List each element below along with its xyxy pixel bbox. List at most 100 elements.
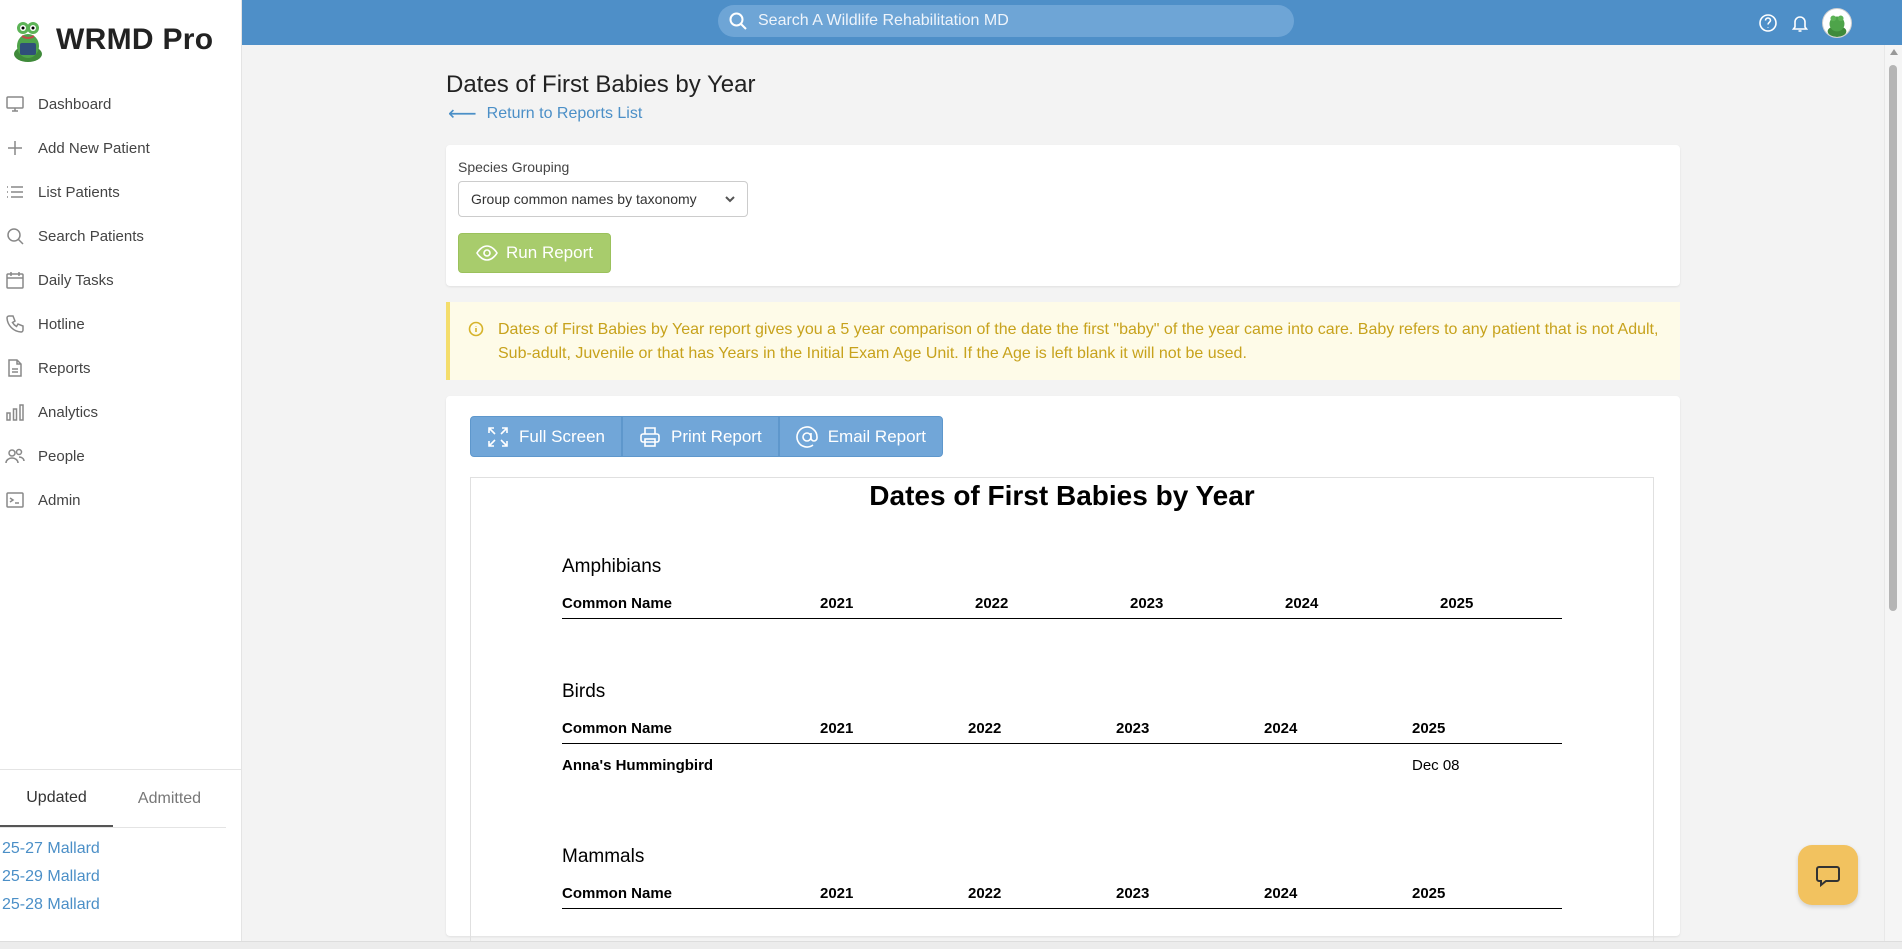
page-title: Dates of First Babies by Year [446,71,756,98]
sidebar-item-daily-tasks[interactable]: Daily Tasks [0,258,241,302]
column-header: 2022 [968,717,1116,744]
column-header: 2021 [820,717,968,744]
report-table: Common Name 2021 2022 2023 2024 2025 [562,592,1562,619]
column-header: 2024 [1264,882,1412,909]
sidebar: WRMD Pro Dashboard Add New Patient List … [0,0,242,949]
sidebar-item-people[interactable]: People [0,434,241,478]
scroll-thumb[interactable] [1889,65,1897,611]
column-header: Common Name [562,882,820,909]
chevron-down-icon [725,196,735,203]
app-name: WRMD Pro [56,23,214,56]
sidebar-item-add-new-patient[interactable]: Add New Patient [0,126,241,170]
date-cell [1264,743,1412,783]
table-header-row: Common Name 2021 2022 2023 2024 2025 [562,717,1562,744]
global-search[interactable] [718,5,1294,37]
bell-icon[interactable] [1790,13,1810,33]
recent-patient-link[interactable]: 25-29 Mallard [0,868,242,896]
sidebar-item-label: Daily Tasks [38,271,114,289]
arrow-left-icon: ⟵ [448,103,477,125]
report-info-alert: Dates of First Babies by Year report giv… [446,302,1680,380]
scroll-up-arrow-icon[interactable] [1890,49,1898,55]
recent-patient-link[interactable]: 25-28 Mallard [0,896,242,924]
window-bottom-edge [0,941,1902,949]
table-row: Anna's Hummingbird Dec 08 [562,743,1562,783]
report-table: Common Name 2021 2022 2023 2024 2025 [562,882,1562,909]
search-icon [729,12,747,30]
calendar-icon [4,269,26,291]
column-header: 2024 [1264,717,1412,744]
main-content: Dates of First Babies by Year ⟵ Return t… [446,45,1680,949]
recent-patients-panel: Updated Admitted 25-27 Mallard 25-29 Mal… [0,769,242,949]
search-icon [4,225,26,247]
email-report-label: Email Report [827,426,926,446]
sidebar-item-label: Analytics [38,403,99,421]
date-cell [968,743,1116,783]
sidebar-item-analytics[interactable]: Analytics [0,390,241,434]
group-title: Birds [562,681,606,702]
table-header-row: Common Name 2021 2022 2023 2024 2025 [562,882,1562,909]
column-header: 2023 [1116,717,1264,744]
column-header: 2022 [975,592,1130,619]
avatar[interactable] [1822,8,1852,38]
page-scrollbar[interactable] [1884,45,1902,941]
date-cell [820,743,968,783]
species-name-cell: Anna's Hummingbird [562,756,714,774]
date-cell: Dec 08 [1412,756,1460,774]
report-output-card: Full Screen Print Report Email Report Da… [446,396,1680,949]
bar-chart-icon [4,401,26,423]
alert-text: Dates of First Babies by Year report giv… [498,321,1659,362]
brand[interactable]: WRMD Pro [0,0,241,80]
tab-admitted[interactable]: Admitted [113,770,226,827]
sidebar-item-hotline[interactable]: Hotline [0,302,241,346]
table-header-row: Common Name 2021 2022 2023 2024 2025 [562,592,1562,619]
return-link-label: Return to Reports List [486,104,643,122]
sidebar-item-reports[interactable]: Reports [0,346,241,390]
sidebar-item-label: Admin [38,491,81,509]
at-sign-icon [795,425,818,448]
chat-bubble-icon [1816,866,1840,888]
sidebar-item-label: Add New Patient [38,139,150,157]
report-group-amphibians: Amphibians Common Name 2021 2022 2023 20… [562,556,1562,619]
run-report-button[interactable]: Run Report [458,233,611,273]
full-screen-button[interactable]: Full Screen [470,416,622,457]
recent-tabs: Updated Admitted [0,770,226,828]
recent-patient-list: 25-27 Mallard 25-29 Mallard 25-28 Mallar… [0,828,242,924]
return-to-reports-link[interactable]: ⟵ Return to Reports List [446,101,1680,126]
sidebar-item-list-patients[interactable]: List Patients [0,170,241,214]
sidebar-item-dashboard[interactable]: Dashboard [0,82,241,126]
column-header: 2022 [968,882,1116,909]
eye-icon [476,245,498,261]
topbar [242,0,1902,45]
info-icon [468,321,484,337]
sidebar-item-label: Dashboard [38,95,112,113]
help-circle-icon[interactable] [1758,13,1778,33]
report-title: Dates of First Babies by Year [869,480,1255,511]
sidebar-item-admin[interactable]: Admin [0,478,241,522]
group-title: Mammals [562,846,645,867]
print-report-button[interactable]: Print Report [621,416,779,457]
print-report-label: Print Report [670,426,762,446]
species-grouping-label: Species Grouping [458,159,570,175]
column-header: 2021 [820,882,968,909]
column-header: 2023 [1130,592,1285,619]
frog-logo-icon [14,22,42,62]
users-icon [4,445,26,467]
sidebar-item-search-patients[interactable]: Search Patients [0,214,241,258]
recent-patient-link[interactable]: 25-27 Mallard [0,840,242,868]
monitor-icon [4,93,26,115]
date-cell [1116,743,1264,783]
terminal-icon [4,489,26,511]
email-report-button[interactable]: Email Report [778,416,943,457]
support-chat-button[interactable] [1798,845,1858,905]
report-filter-card: Species Grouping Group common names by t… [446,145,1680,286]
list-icon [4,181,26,203]
column-header: Common Name [562,592,820,619]
topbar-actions [1758,8,1852,38]
search-input[interactable] [758,12,1258,30]
sidebar-item-label: Search Patients [38,227,144,245]
phone-icon [4,313,26,335]
column-header: 2024 [1285,592,1440,619]
sidebar-item-label: List Patients [38,183,120,201]
species-grouping-select[interactable]: Group common names by taxonomy [458,181,748,217]
tab-updated[interactable]: Updated [0,770,113,827]
